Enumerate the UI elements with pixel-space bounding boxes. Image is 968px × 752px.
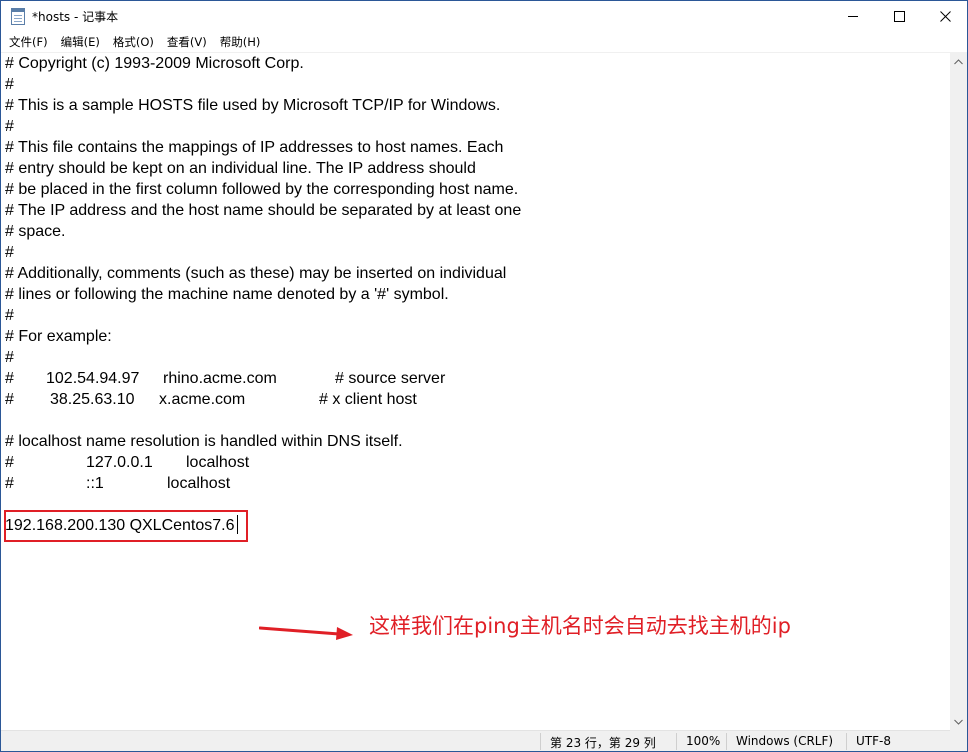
encoding: UTF-8	[856, 734, 891, 748]
cursor-position: 第 23 行，第 29 列	[550, 736, 656, 750]
vertical-scrollbar[interactable]	[950, 53, 967, 730]
title-bar[interactable]: *hosts - 记事本	[1, 1, 967, 32]
minimize-icon	[847, 16, 858, 17]
annotation-text: 这样我们在ping主机名时会自动去找主机的ip	[369, 614, 791, 638]
text-line: # space.	[5, 223, 66, 240]
example-host: x.acme.com	[159, 391, 246, 408]
text-line: #	[5, 244, 14, 261]
text-line: # The IP address and the host name shoul…	[5, 202, 522, 219]
text-line: # This is a sample HOSTS file used by Mi…	[5, 97, 501, 114]
localhost-hash: #	[5, 475, 14, 492]
example-row: # 38.25.63.10 x.acme.com # x client host	[5, 389, 521, 410]
window-title: *hosts - 记事本	[32, 10, 119, 24]
example-comment: # source server	[335, 370, 446, 387]
menu-help[interactable]: 帮助(H)	[214, 32, 268, 52]
localhost-host: localhost	[186, 454, 250, 471]
scroll-down-button[interactable]	[950, 713, 967, 730]
text-line: # Additionally, comments (such as these)…	[5, 265, 507, 282]
editor-text: # Copyright (c) 1993-2009 Microsoft Corp…	[5, 53, 521, 536]
localhost-ip: ::1	[86, 475, 104, 492]
example-host: rhino.acme.com	[163, 370, 277, 387]
status-bar: 第 23 行，第 29 列 100% Windows (CRLF) UTF-8	[1, 730, 950, 751]
arrow-icon	[259, 626, 353, 640]
resize-grip[interactable]	[950, 730, 967, 751]
example-hash: #	[5, 391, 14, 408]
scroll-up-button[interactable]	[950, 53, 967, 70]
text-line: # This file contains the mappings of IP …	[5, 139, 504, 156]
example-ip: 38.25.63.10	[50, 391, 135, 408]
status-divider	[676, 733, 677, 750]
example-ip: 102.54.94.97	[46, 370, 140, 387]
text-line: #	[5, 118, 14, 135]
line-ending: Windows (CRLF)	[736, 734, 834, 748]
chevron-down-icon	[954, 719, 963, 725]
text-line: # entry should be kept on an individual …	[5, 160, 476, 177]
localhost-hash: #	[5, 454, 14, 471]
menu-edit[interactable]: 编辑(E)	[55, 32, 107, 52]
menu-bar: 文件(F) 编辑(E) 格式(O) 查看(V) 帮助(H)	[1, 32, 967, 52]
notepad-icon	[11, 8, 25, 25]
localhost-host: localhost	[167, 475, 231, 492]
example-hash: #	[5, 370, 14, 387]
text-line: # For example:	[5, 328, 112, 345]
example-comment: # x client host	[319, 391, 417, 408]
text-line: # lines or following the machine name de…	[5, 286, 449, 303]
localhost-row: # 127.0.0.1 localhost	[5, 452, 521, 473]
localhost-row: # ::1 localhost	[5, 473, 521, 494]
status-divider	[846, 733, 847, 750]
zoom-level: 100%	[686, 734, 721, 748]
status-divider	[540, 733, 541, 750]
maximize-icon	[893, 11, 905, 22]
close-icon	[939, 11, 951, 22]
menu-view[interactable]: 查看(V)	[161, 32, 214, 52]
minimize-button[interactable]	[830, 1, 876, 32]
localhost-ip: 127.0.0.1	[86, 454, 153, 471]
text-line: # localhost name resolution is handled w…	[5, 433, 403, 450]
text-line: #	[5, 349, 14, 366]
notepad-window: *hosts - 记事本 文件(F) 编辑(E) 格式(O) 查看(V) 帮助(…	[0, 0, 968, 752]
text-editor[interactable]: # Copyright (c) 1993-2009 Microsoft Corp…	[1, 53, 950, 730]
example-row: # 102.54.94.97 rhino.acme.com # source s…	[5, 368, 521, 389]
text-line: # be placed in the first column followed…	[5, 181, 519, 198]
text-line: #	[5, 76, 14, 93]
status-divider	[726, 733, 727, 750]
highlight-box	[4, 510, 248, 542]
menu-file[interactable]: 文件(F)	[3, 32, 55, 52]
maximize-button[interactable]	[876, 1, 922, 32]
chevron-up-icon	[954, 58, 963, 64]
menu-format[interactable]: 格式(O)	[107, 32, 161, 52]
text-line: #	[5, 307, 14, 324]
text-line: # Copyright (c) 1993-2009 Microsoft Corp…	[5, 55, 304, 72]
close-button[interactable]	[922, 1, 968, 32]
